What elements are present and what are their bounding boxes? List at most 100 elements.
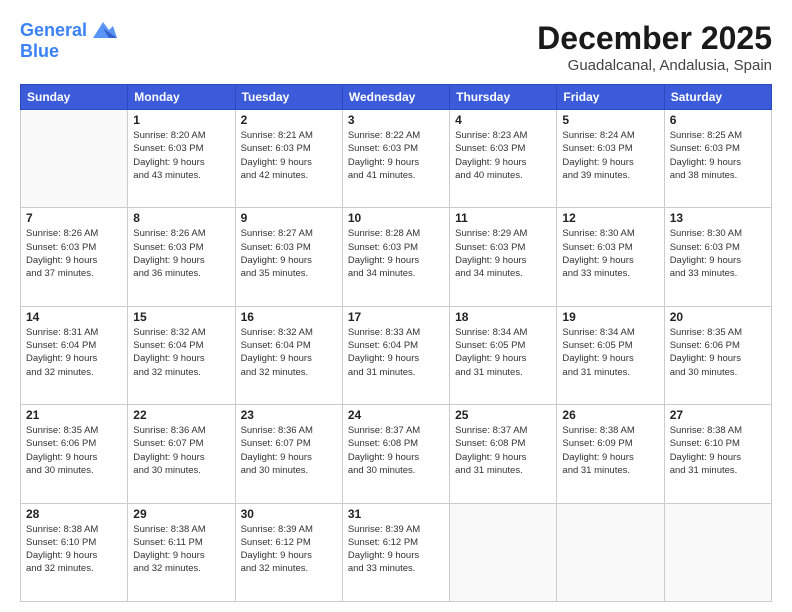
- week-row-5: 28 Sunrise: 8:38 AM Sunset: 6:10 PM Dayli…: [21, 503, 772, 601]
- calendar-cell: 14Sunrise: 8:31 AM Sunset: 6:04 PM Dayli…: [21, 306, 128, 404]
- day-number: 28: [26, 507, 122, 521]
- day-number: 21: [26, 408, 122, 422]
- day-number: 13: [670, 211, 766, 225]
- day-number: 6: [670, 113, 766, 127]
- day-number: 29: [133, 507, 229, 521]
- logo-line1: General: [20, 20, 87, 40]
- week-row-4: 21 Sunrise: 8:35 AM Sunset: 6:06 PM Dayli…: [21, 405, 772, 503]
- day-number: 20: [670, 310, 766, 324]
- day-number: 22: [133, 408, 229, 422]
- day-info: Sunrise: 8:37 AM Sunset: 6:08 PM Dayligh…: [455, 424, 551, 477]
- day-number: 24: [348, 408, 444, 422]
- day-info: Sunrise: 8:34 AM Sunset: 6:05 PM Dayligh…: [562, 326, 658, 379]
- day-info: Sunrise: 8:30 AM Sunset: 6:03 PM Dayligh…: [670, 227, 766, 280]
- day-info: Sunrise: 8:24 AM Sunset: 6:03 PM Dayligh…: [562, 129, 658, 182]
- day-number: 1: [133, 113, 229, 127]
- day-info: Sunrise: 8:35 AM Sunset: 6:06 PM Dayligh…: [670, 326, 766, 379]
- day-number: 3: [348, 113, 444, 127]
- calendar-cell: 12Sunrise: 8:30 AM Sunset: 6:03 PM Dayli…: [557, 208, 664, 306]
- day-number: 25: [455, 408, 551, 422]
- calendar-cell: 24 Sunrise: 8:37 AM Sunset: 6:08 PM Dayli…: [342, 405, 449, 503]
- day-info: Sunrise: 8:37 AM Sunset: 6:08 PM Dayligh…: [348, 424, 444, 477]
- logo-icon: [89, 20, 117, 42]
- day-number: 17: [348, 310, 444, 324]
- day-info: Sunrise: 8:33 AM Sunset: 6:04 PM Dayligh…: [348, 326, 444, 379]
- day-number: 12: [562, 211, 658, 225]
- day-info: Sunrise: 8:29 AM Sunset: 6:03 PM Dayligh…: [455, 227, 551, 280]
- weekday-header-row: SundayMondayTuesdayWednesdayThursdayFrid…: [21, 85, 772, 110]
- day-number: 26: [562, 408, 658, 422]
- calendar-cell: 22 Sunrise: 8:36 AM Sunset: 6:07 PM Dayli…: [128, 405, 235, 503]
- day-number: 9: [241, 211, 337, 225]
- day-info: Sunrise: 8:26 AM Sunset: 6:03 PM Dayligh…: [26, 227, 122, 280]
- logo-text: General: [20, 21, 87, 41]
- week-row-1: 1 Sunrise: 8:20 AM Sunset: 6:03 PM Daylig…: [21, 110, 772, 208]
- calendar-cell: 18 Sunrise: 8:34 AM Sunset: 6:05 PM Dayli…: [450, 306, 557, 404]
- weekday-header-monday: Monday: [128, 85, 235, 110]
- week-row-3: 14Sunrise: 8:31 AM Sunset: 6:04 PM Dayli…: [21, 306, 772, 404]
- location-title: Guadalcanal, Andalusia, Spain: [537, 57, 772, 74]
- day-info: Sunrise: 8:39 AM Sunset: 6:12 PM Dayligh…: [348, 523, 444, 576]
- calendar-cell: 11 Sunrise: 8:29 AM Sunset: 6:03 PM Dayli…: [450, 208, 557, 306]
- calendar-cell: [664, 503, 771, 601]
- day-number: 4: [455, 113, 551, 127]
- calendar-cell: 31 Sunrise: 8:39 AM Sunset: 6:12 PM Dayli…: [342, 503, 449, 601]
- calendar-cell: 28 Sunrise: 8:38 AM Sunset: 6:10 PM Dayli…: [21, 503, 128, 601]
- day-number: 18: [455, 310, 551, 324]
- day-info: Sunrise: 8:38 AM Sunset: 6:09 PM Dayligh…: [562, 424, 658, 477]
- calendar-cell: 7Sunrise: 8:26 AM Sunset: 6:03 PM Daylig…: [21, 208, 128, 306]
- weekday-header-thursday: Thursday: [450, 85, 557, 110]
- day-number: 27: [670, 408, 766, 422]
- day-info: Sunrise: 8:38 AM Sunset: 6:10 PM Dayligh…: [670, 424, 766, 477]
- day-number: 19: [562, 310, 658, 324]
- day-info: Sunrise: 8:34 AM Sunset: 6:05 PM Dayligh…: [455, 326, 551, 379]
- title-block: December 2025 Guadalcanal, Andalusia, Sp…: [537, 20, 772, 74]
- day-number: 11: [455, 211, 551, 225]
- calendar-cell: 29 Sunrise: 8:38 AM Sunset: 6:11 PM Dayli…: [128, 503, 235, 601]
- calendar-cell: 17 Sunrise: 8:33 AM Sunset: 6:04 PM Dayli…: [342, 306, 449, 404]
- month-title: December 2025: [537, 20, 772, 57]
- calendar-cell: 20 Sunrise: 8:35 AM Sunset: 6:06 PM Dayli…: [664, 306, 771, 404]
- day-info: Sunrise: 8:36 AM Sunset: 6:07 PM Dayligh…: [241, 424, 337, 477]
- day-info: Sunrise: 8:38 AM Sunset: 6:11 PM Dayligh…: [133, 523, 229, 576]
- calendar-cell: 6 Sunrise: 8:25 AM Sunset: 6:03 PM Daylig…: [664, 110, 771, 208]
- day-info: Sunrise: 8:39 AM Sunset: 6:12 PM Dayligh…: [241, 523, 337, 576]
- day-info: Sunrise: 8:25 AM Sunset: 6:03 PM Dayligh…: [670, 129, 766, 182]
- header: General Blue December 2025 Guadalcanal, …: [20, 20, 772, 74]
- day-info: Sunrise: 8:23 AM Sunset: 6:03 PM Dayligh…: [455, 129, 551, 182]
- day-number: 14: [26, 310, 122, 324]
- day-number: 30: [241, 507, 337, 521]
- day-info: Sunrise: 8:38 AM Sunset: 6:10 PM Dayligh…: [26, 523, 122, 576]
- weekday-header-sunday: Sunday: [21, 85, 128, 110]
- day-number: 15: [133, 310, 229, 324]
- day-number: 2: [241, 113, 337, 127]
- calendar-cell: 15Sunrise: 8:32 AM Sunset: 6:04 PM Dayli…: [128, 306, 235, 404]
- calendar-cell: [21, 110, 128, 208]
- day-number: 5: [562, 113, 658, 127]
- weekday-header-friday: Friday: [557, 85, 664, 110]
- day-info: Sunrise: 8:32 AM Sunset: 6:04 PM Dayligh…: [241, 326, 337, 379]
- day-info: Sunrise: 8:20 AM Sunset: 6:03 PM Dayligh…: [133, 129, 229, 182]
- day-info: Sunrise: 8:21 AM Sunset: 6:03 PM Dayligh…: [241, 129, 337, 182]
- weekday-header-tuesday: Tuesday: [235, 85, 342, 110]
- calendar-cell: 2 Sunrise: 8:21 AM Sunset: 6:03 PM Daylig…: [235, 110, 342, 208]
- calendar-cell: 4 Sunrise: 8:23 AM Sunset: 6:03 PM Daylig…: [450, 110, 557, 208]
- calendar-cell: 13 Sunrise: 8:30 AM Sunset: 6:03 PM Dayli…: [664, 208, 771, 306]
- calendar-cell: [557, 503, 664, 601]
- day-info: Sunrise: 8:36 AM Sunset: 6:07 PM Dayligh…: [133, 424, 229, 477]
- day-info: Sunrise: 8:27 AM Sunset: 6:03 PM Dayligh…: [241, 227, 337, 280]
- day-info: Sunrise: 8:35 AM Sunset: 6:06 PM Dayligh…: [26, 424, 122, 477]
- calendar-cell: [450, 503, 557, 601]
- calendar-cell: 21 Sunrise: 8:35 AM Sunset: 6:06 PM Dayli…: [21, 405, 128, 503]
- calendar-cell: 9 Sunrise: 8:27 AM Sunset: 6:03 PM Daylig…: [235, 208, 342, 306]
- logo-line2: Blue: [20, 42, 59, 62]
- calendar-cell: 16 Sunrise: 8:32 AM Sunset: 6:04 PM Dayli…: [235, 306, 342, 404]
- day-number: 23: [241, 408, 337, 422]
- calendar-cell: 25 Sunrise: 8:37 AM Sunset: 6:08 PM Dayli…: [450, 405, 557, 503]
- day-number: 31: [348, 507, 444, 521]
- calendar-cell: 10Sunrise: 8:28 AM Sunset: 6:03 PM Dayli…: [342, 208, 449, 306]
- day-info: Sunrise: 8:28 AM Sunset: 6:03 PM Dayligh…: [348, 227, 444, 280]
- calendar-cell: 30 Sunrise: 8:39 AM Sunset: 6:12 PM Dayli…: [235, 503, 342, 601]
- calendar-cell: 5 Sunrise: 8:24 AM Sunset: 6:03 PM Daylig…: [557, 110, 664, 208]
- day-number: 16: [241, 310, 337, 324]
